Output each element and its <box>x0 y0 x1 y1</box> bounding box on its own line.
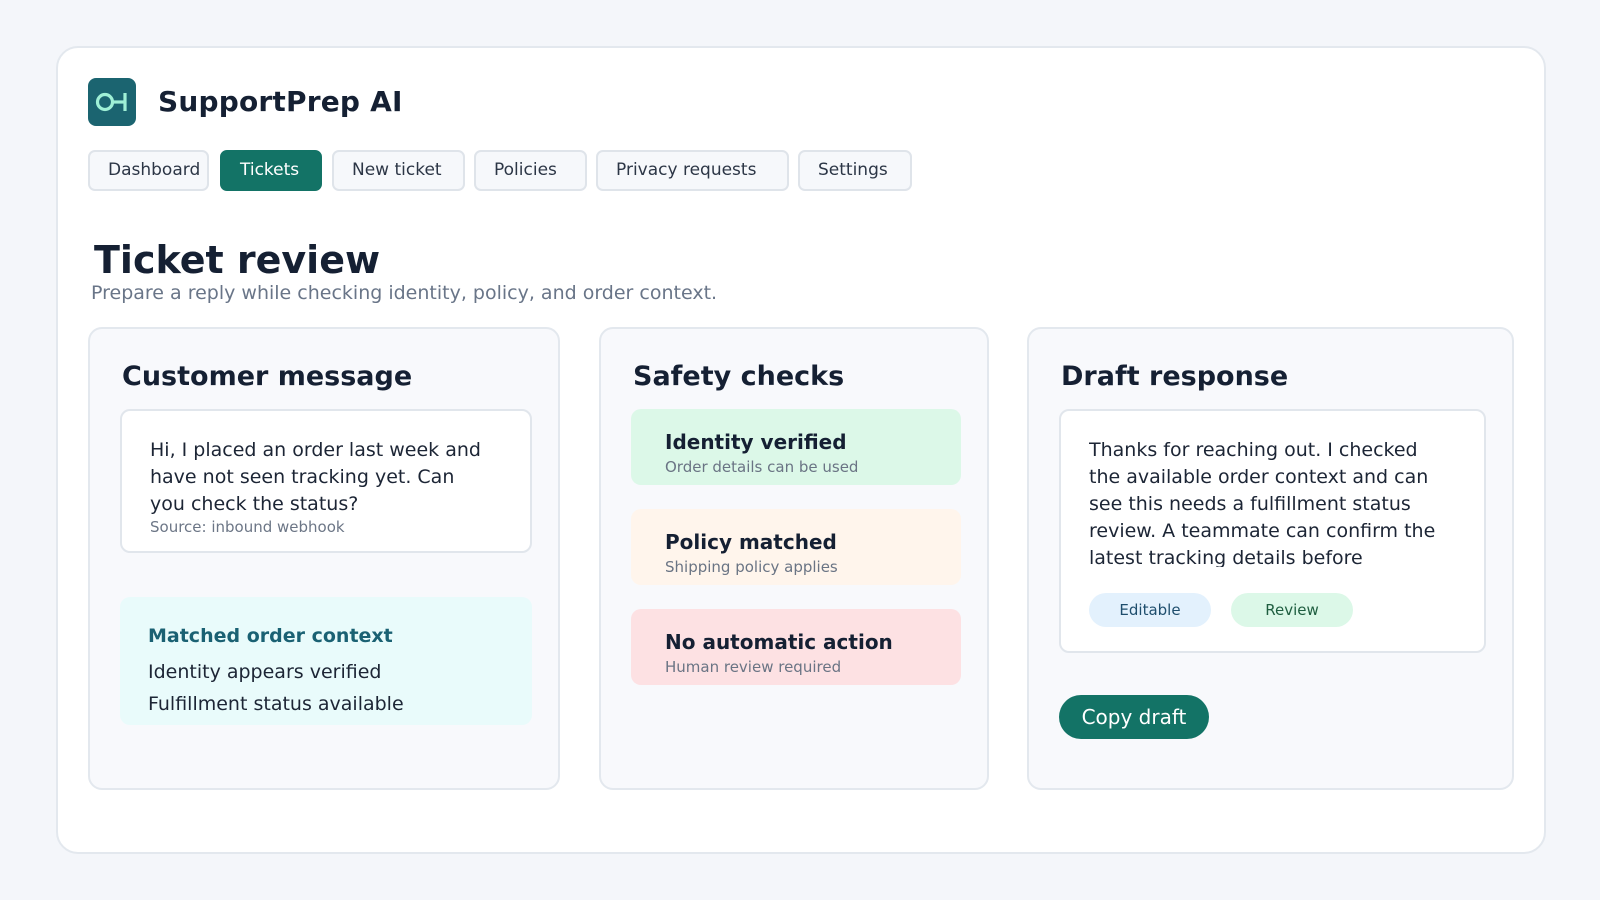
tab-dashboard[interactable]: Dashboard <box>88 150 209 191</box>
safety-checks-card: Safety checks Identity verified Order de… <box>599 327 989 790</box>
tab-settings[interactable]: Settings <box>798 150 912 191</box>
check-subtitle: Shipping policy applies <box>665 558 838 576</box>
check-title: Identity verified <box>665 430 847 454</box>
order-context-box: Matched order context Identity appears v… <box>120 597 532 725</box>
page-title: Ticket review <box>94 238 381 282</box>
tab-tickets[interactable]: Tickets <box>220 150 322 191</box>
check-title: No automatic action <box>665 630 893 654</box>
draft-response-text[interactable]: Thanks for reaching out. I checked the a… <box>1089 437 1449 567</box>
tab-privacy-requests[interactable]: Privacy requests <box>596 150 789 191</box>
check-no-automatic-action: No automatic action Human review require… <box>631 609 961 685</box>
app-logo <box>88 78 136 126</box>
tab-policies[interactable]: Policies <box>474 150 587 191</box>
customer-message-text: Hi, I placed an order last week and have… <box>150 439 481 515</box>
order-context-title: Matched order context <box>148 625 393 647</box>
check-policy-matched: Policy matched Shipping policy applies <box>631 509 961 585</box>
check-title: Policy matched <box>665 530 837 554</box>
card-title: Safety checks <box>633 361 845 392</box>
check-identity-verified: Identity verified Order details can be u… <box>631 409 961 485</box>
editable-badge: Editable <box>1089 593 1211 627</box>
customer-message-box: Hi, I placed an order last week and have… <box>120 409 532 553</box>
check-subtitle: Order details can be used <box>665 458 859 476</box>
draft-response-box: Thanks for reaching out. I checked the a… <box>1059 409 1486 653</box>
card-title: Draft response <box>1061 361 1289 392</box>
draft-response-card: Draft response Thanks for reaching out. … <box>1027 327 1514 790</box>
copy-draft-button[interactable]: Copy draft <box>1059 695 1209 739</box>
card-title: Customer message <box>122 361 413 392</box>
customer-message-card: Customer message Hi, I placed an order l… <box>88 327 560 790</box>
app-title: SupportPrep AI <box>158 85 403 118</box>
link-node-icon <box>95 92 127 112</box>
context-line: Fulfillment status available <box>148 693 404 715</box>
tab-new-ticket[interactable]: New ticket <box>332 150 465 191</box>
context-line: Identity appears verified <box>148 661 382 683</box>
message-source: Source: inbound webhook <box>150 518 345 536</box>
review-badge: Review <box>1231 593 1353 627</box>
check-subtitle: Human review required <box>665 658 842 676</box>
page-subtitle: Prepare a reply while checking identity,… <box>91 282 718 304</box>
